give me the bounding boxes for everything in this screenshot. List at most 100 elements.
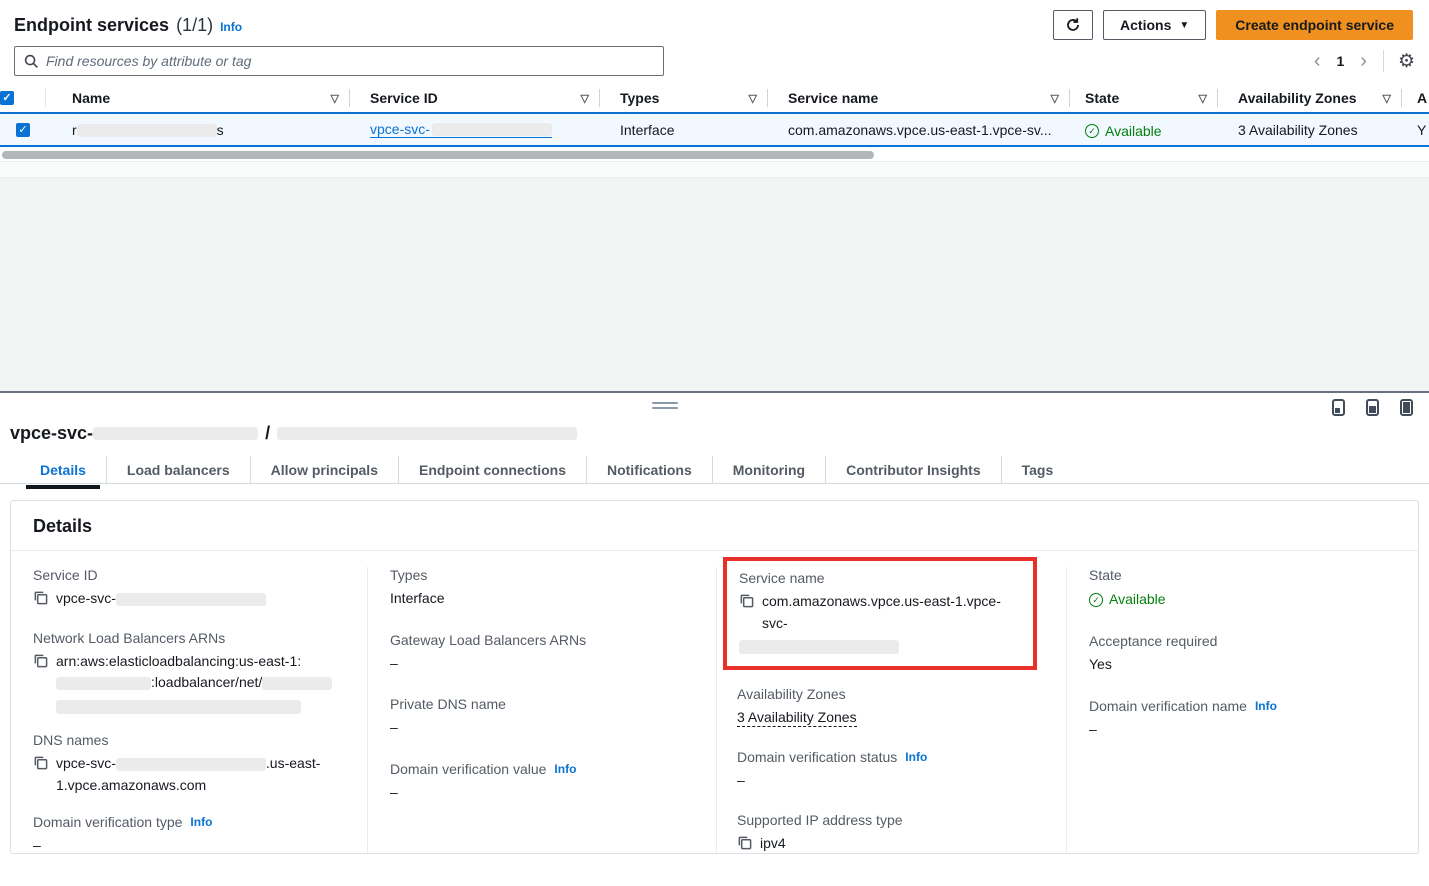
info-link[interactable]: Info bbox=[554, 762, 576, 776]
filter-icon[interactable]: ▽ bbox=[331, 92, 339, 105]
current-page[interactable]: 1 bbox=[1332, 53, 1348, 69]
info-link[interactable]: Info bbox=[905, 750, 927, 764]
field-domain-verification-type: Domain verification typeInfo – bbox=[33, 814, 349, 854]
copy-icon[interactable] bbox=[737, 835, 752, 854]
copy-icon[interactable] bbox=[33, 653, 48, 675]
copy-icon[interactable] bbox=[33, 590, 48, 612]
panel-size-large-icon[interactable] bbox=[1400, 399, 1413, 416]
column-header-service-name[interactable]: Service name ▽ bbox=[768, 89, 1070, 107]
divider bbox=[1383, 50, 1384, 72]
table-row[interactable]: ✓ rs vpce-svc- Interface com.amazonaws.v… bbox=[0, 112, 1429, 147]
redacted-text bbox=[277, 427, 577, 440]
select-all-checkbox[interactable]: ✓ bbox=[0, 91, 14, 105]
resource-count: (1/1) bbox=[176, 15, 213, 36]
panel-title: vpce-svc-/ bbox=[10, 423, 1429, 444]
column-header-name[interactable]: Name ▽ bbox=[46, 89, 350, 107]
tab-notifications[interactable]: Notifications bbox=[586, 456, 712, 484]
service-name-highlight-box: Service name com.amazonaws.vpce.us-east-… bbox=[723, 557, 1037, 670]
availability-zones-popover-trigger[interactable]: 3 Availability Zones bbox=[737, 709, 857, 727]
refresh-button[interactable] bbox=[1053, 10, 1093, 40]
field-domain-verification-name: Domain verification nameInfo – bbox=[1089, 698, 1400, 741]
actions-label: Actions bbox=[1120, 17, 1171, 33]
gear-icon[interactable]: ⚙ bbox=[1398, 50, 1415, 73]
available-check-icon: ✓ bbox=[1085, 124, 1099, 138]
field-supported-ip-address-type: Supported IP address type ipv4 bbox=[737, 812, 1048, 854]
redacted-text bbox=[262, 677, 332, 690]
info-link[interactable]: Info bbox=[1255, 699, 1277, 713]
panel-size-small-icon[interactable] bbox=[1332, 399, 1345, 416]
field-domain-verification-status: Domain verification statusInfo – bbox=[737, 749, 1048, 792]
field-state: State ✓Available bbox=[1089, 567, 1400, 611]
tab-details[interactable]: Details bbox=[20, 456, 106, 484]
page-header: Endpoint services (1/1) Info Actions ▼ C… bbox=[0, 0, 1429, 40]
row-acceptance-cell: Y bbox=[1402, 122, 1429, 138]
column-header-service-id[interactable]: Service ID ▽ bbox=[350, 89, 600, 107]
filter-icon[interactable]: ▽ bbox=[749, 92, 757, 105]
actions-button[interactable]: Actions ▼ bbox=[1103, 10, 1206, 40]
details-column-1: Service ID vpce-svc- Network Load Balanc… bbox=[11, 567, 367, 854]
row-service-id-cell: vpce-svc- bbox=[350, 121, 600, 138]
redacted-text bbox=[116, 593, 266, 606]
row-types-cell: Interface bbox=[600, 122, 768, 138]
redacted-text bbox=[56, 700, 301, 714]
chevron-down-icon: ▼ bbox=[1179, 20, 1189, 31]
filter-icon[interactable]: ▽ bbox=[1199, 92, 1207, 105]
panel-size-medium-icon[interactable] bbox=[1366, 399, 1379, 416]
state-value: Available bbox=[1105, 123, 1162, 139]
tab-load-balancers[interactable]: Load balancers bbox=[106, 456, 250, 484]
column-header-acceptance[interactable]: A bbox=[1402, 89, 1429, 107]
filter-icon[interactable]: ▽ bbox=[1383, 92, 1391, 105]
next-page-icon[interactable]: › bbox=[1358, 51, 1369, 71]
field-service-name: Service name com.amazonaws.vpce.us-east-… bbox=[739, 570, 1021, 654]
previous-page-icon[interactable]: ‹ bbox=[1312, 51, 1323, 71]
column-header-availability-zones[interactable]: Availability Zones ▽ bbox=[1218, 89, 1402, 107]
search-box[interactable] bbox=[14, 46, 664, 76]
copy-icon[interactable] bbox=[33, 755, 48, 777]
tab-tags[interactable]: Tags bbox=[1001, 456, 1074, 484]
endpoint-services-table: ✓ Name ▽ Service ID ▽ Types ▽ Service na… bbox=[0, 84, 1429, 178]
redacted-text bbox=[56, 677, 151, 690]
details-heading: Details bbox=[11, 501, 1418, 551]
redacted-text bbox=[432, 123, 552, 136]
details-column-2: Types Interface Gateway Load Balancers A… bbox=[367, 567, 716, 854]
content-background bbox=[0, 178, 1429, 391]
filter-icon[interactable]: ▽ bbox=[581, 92, 589, 105]
panel-tabs: Details Load balancers Allow principals … bbox=[0, 456, 1429, 484]
row-checkbox[interactable]: ✓ bbox=[16, 123, 30, 137]
details-body: Service ID vpce-svc- Network Load Balanc… bbox=[11, 551, 1418, 854]
redacted-text bbox=[77, 124, 217, 137]
copy-icon[interactable] bbox=[739, 593, 754, 615]
endpoint-services-list-section: Endpoint services (1/1) Info Actions ▼ C… bbox=[0, 0, 1429, 178]
service-id-link[interactable]: vpce-svc- bbox=[370, 121, 552, 138]
redacted-text bbox=[93, 427, 258, 440]
panel-layout-controls bbox=[1332, 399, 1413, 416]
create-endpoint-service-button[interactable]: Create endpoint service bbox=[1216, 10, 1413, 40]
refresh-icon bbox=[1065, 17, 1081, 33]
redacted-text bbox=[739, 640, 899, 654]
vpc-endpoint-services-page: Endpoint services (1/1) Info Actions ▼ C… bbox=[0, 0, 1429, 886]
details-column-4: State ✓Available Acceptance required Yes… bbox=[1066, 567, 1418, 854]
select-all-cell: ✓ bbox=[0, 89, 46, 107]
info-link[interactable]: Info bbox=[220, 20, 242, 34]
field-domain-verification-value: Domain verification valueInfo – bbox=[390, 761, 698, 804]
pagination: ‹ 1 › ⚙ bbox=[1312, 50, 1415, 73]
field-types: Types Interface bbox=[390, 567, 698, 610]
field-acceptance-required: Acceptance required Yes bbox=[1089, 633, 1400, 676]
tab-allow-principals[interactable]: Allow principals bbox=[250, 456, 398, 484]
filter-icon[interactable]: ▽ bbox=[1051, 92, 1059, 105]
column-header-types[interactable]: Types ▽ bbox=[600, 89, 768, 107]
scrollbar-thumb[interactable] bbox=[2, 151, 874, 159]
redacted-text bbox=[116, 758, 266, 771]
row-select-cell: ✓ bbox=[0, 123, 46, 137]
info-link[interactable]: Info bbox=[190, 815, 212, 829]
tab-endpoint-connections[interactable]: Endpoint connections bbox=[398, 456, 586, 484]
column-header-state[interactable]: State ▽ bbox=[1070, 89, 1218, 107]
search-input[interactable] bbox=[46, 53, 654, 69]
create-label: Create endpoint service bbox=[1235, 17, 1394, 33]
row-name-cell: rs bbox=[46, 122, 350, 138]
field-private-dns-name: Private DNS name – bbox=[390, 696, 698, 739]
availability-zones-popover-trigger[interactable]: 3 Availability Zones bbox=[1238, 122, 1358, 138]
panel-resize-handle[interactable] bbox=[652, 402, 678, 409]
tab-contributor-insights[interactable]: Contributor Insights bbox=[825, 456, 1001, 484]
tab-monitoring[interactable]: Monitoring bbox=[712, 456, 825, 484]
